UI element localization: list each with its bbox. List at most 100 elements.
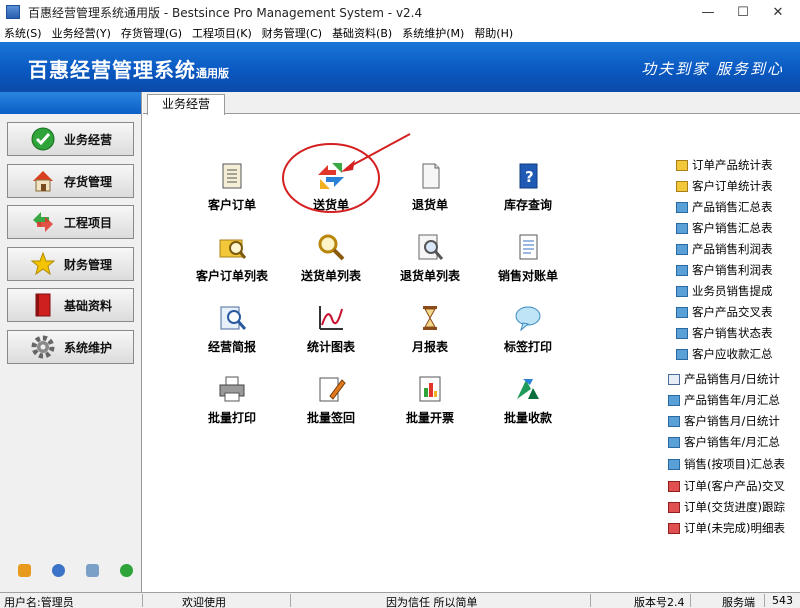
- paper-icon: [414, 160, 446, 192]
- title-bar: 百惠经营管理系统通用版 - Bestsince Pro Management S…: [0, 0, 800, 24]
- tile-return-note-list[interactable]: 退货单列表: [385, 231, 475, 284]
- tile-batch-invoice[interactable]: 批量开票: [385, 373, 475, 426]
- bar-doc-icon: [414, 373, 446, 405]
- close-icon[interactable]: ✕: [755, 0, 800, 24]
- tile-label: 批量开票: [405, 411, 454, 425]
- clock-icon[interactable]: [52, 564, 65, 577]
- tile-monthly-report[interactable]: 月报表: [385, 302, 475, 355]
- report-item[interactable]: 客户销售年/月汇总: [668, 433, 780, 451]
- tile-customer-order-list[interactable]: 客户订单列表: [187, 231, 277, 284]
- book-icon: [30, 292, 56, 318]
- report-item[interactable]: 产品销售年/月汇总: [668, 391, 780, 409]
- report-item[interactable]: 客户销售状态表: [676, 324, 773, 342]
- report-item[interactable]: 订单(未完成)明细表: [668, 519, 785, 537]
- menu-business[interactable]: 业务经营(Y): [48, 25, 117, 41]
- svg-text:?: ?: [525, 168, 534, 186]
- report-item[interactable]: 业务员销售提成: [676, 282, 773, 300]
- tile-label-print[interactable]: 标签打印: [483, 302, 573, 355]
- tab-business[interactable]: 业务经营: [147, 94, 225, 115]
- sidebar-item-label: 财务管理: [64, 257, 113, 272]
- report-item[interactable]: 客户销售月/日统计: [668, 412, 780, 430]
- report-item[interactable]: 产品销售月/日统计: [668, 370, 780, 388]
- arrows-cycle-icon: [30, 209, 56, 235]
- report-icon: [668, 394, 680, 406]
- sidebar-item-basic-data[interactable]: 基础资料: [7, 288, 134, 322]
- report-item[interactable]: 客户产品交叉表: [676, 303, 773, 321]
- tile-label: 送货单列表: [300, 269, 361, 283]
- sidebar-item-label: 工程项目: [64, 215, 113, 230]
- hourglass-icon: [414, 302, 446, 334]
- grid-icon: [668, 373, 680, 385]
- report-item[interactable]: 客户销售汇总表: [676, 219, 773, 237]
- sidebar-item-business[interactable]: 业务经营: [7, 122, 134, 156]
- report-item[interactable]: 订单(客户产品)交叉: [668, 477, 785, 495]
- header-banner: 百惠经营管理系统通用版 功夫到家 服务到心: [0, 42, 800, 92]
- sidebar-item-label: 业务经营: [64, 132, 113, 147]
- menu-finance[interactable]: 财务管理(C): [258, 25, 328, 41]
- tile-label: 标签打印: [503, 340, 552, 354]
- menu-system[interactable]: 系统(S): [0, 25, 48, 41]
- report-item[interactable]: 客户销售利润表: [676, 261, 773, 279]
- tab-strip: 业务经营: [143, 92, 800, 115]
- tile-batch-signback[interactable]: 批量签回: [286, 373, 376, 426]
- tile-delivery-note-list[interactable]: 送货单列表: [286, 231, 376, 284]
- sidebar-item-label: 系统维护: [64, 340, 113, 355]
- speech-bubble-icon: [512, 302, 544, 334]
- star-icon: [30, 251, 56, 277]
- report-item[interactable]: 客户应收款汇总: [676, 345, 773, 363]
- tile-batch-print[interactable]: 批量打印: [187, 373, 277, 426]
- banner-edition: 通用版: [196, 67, 229, 80]
- tile-customer-order[interactable]: 客户订单: [187, 160, 277, 213]
- search-doc-icon[interactable]: [86, 564, 99, 577]
- menu-help[interactable]: 帮助(H): [470, 25, 519, 41]
- red-report-icon: [668, 480, 680, 492]
- sidebar-header-strip: [0, 92, 141, 114]
- document-icon: [512, 231, 544, 263]
- report-icon: [668, 458, 680, 470]
- printer-icon: [216, 373, 248, 405]
- banner-title: 百惠经营管理系统通用版: [28, 58, 229, 82]
- report-icon: [676, 222, 688, 234]
- status-divider: [764, 594, 765, 607]
- house-icon: [30, 168, 56, 194]
- sidebar-toolbar: [0, 562, 141, 582]
- tile-label: 批量收款: [503, 411, 552, 425]
- pen-doc-icon: [315, 373, 347, 405]
- gear-icon: [30, 334, 56, 360]
- report-item[interactable]: 订单(交货进度)跟踪: [668, 498, 785, 516]
- annotation-highlight: [282, 133, 411, 213]
- tile-label: 退货单列表: [399, 269, 460, 283]
- refresh-icon[interactable]: [120, 564, 133, 577]
- sidebar-item-inventory[interactable]: 存货管理: [7, 164, 134, 198]
- report-icon: [668, 415, 680, 427]
- status-motto: 因为信任 所以简单: [386, 596, 478, 608]
- menu-inventory[interactable]: 存货管理(G): [117, 25, 188, 41]
- menu-maintenance[interactable]: 系统维护(M): [398, 25, 470, 41]
- tile-business-brief[interactable]: 经营简报: [187, 302, 277, 355]
- sidebar-item-project[interactable]: 工程项目: [7, 205, 134, 239]
- tool-icon[interactable]: [18, 564, 31, 577]
- status-user: 用户名:管理员: [4, 596, 74, 608]
- tile-label: 经营简报: [207, 340, 256, 354]
- report-item[interactable]: 产品销售利润表: [676, 240, 773, 258]
- report-search-icon: [216, 302, 248, 334]
- sidebar-item-finance[interactable]: 财务管理: [7, 247, 134, 281]
- tile-stock-query[interactable]: ? 库存查询: [483, 160, 573, 213]
- scroll-icon: [216, 160, 248, 192]
- red-report-icon: [668, 522, 680, 534]
- tile-label: 批量打印: [207, 411, 256, 425]
- report-item[interactable]: 客户订单统计表: [676, 177, 773, 195]
- report-item[interactable]: 销售(按项目)汇总表: [668, 455, 785, 473]
- menu-bar: 系统(S) 业务经营(Y) 存货管理(G) 工程项目(K) 财务管理(C) 基础…: [0, 24, 800, 42]
- tile-sales-statement[interactable]: 销售对账单: [483, 231, 573, 284]
- doc-search-icon: [414, 231, 446, 263]
- folder-search-icon: [216, 231, 248, 263]
- report-item[interactable]: 订单产品统计表: [676, 156, 773, 174]
- report-item[interactable]: 产品销售汇总表: [676, 198, 773, 216]
- sidebar-item-maintenance[interactable]: 系统维护: [7, 330, 134, 364]
- tile-statistics-chart[interactable]: 统计图表: [286, 302, 376, 355]
- menu-basic-data[interactable]: 基础资料(B): [328, 25, 398, 41]
- status-bar: 用户名:管理员 欢迎使用 因为信任 所以简单 版本号2.4 服务端 543: [0, 592, 800, 608]
- menu-project[interactable]: 工程项目(K): [188, 25, 258, 41]
- tile-batch-payment[interactable]: 批量收款: [483, 373, 573, 426]
